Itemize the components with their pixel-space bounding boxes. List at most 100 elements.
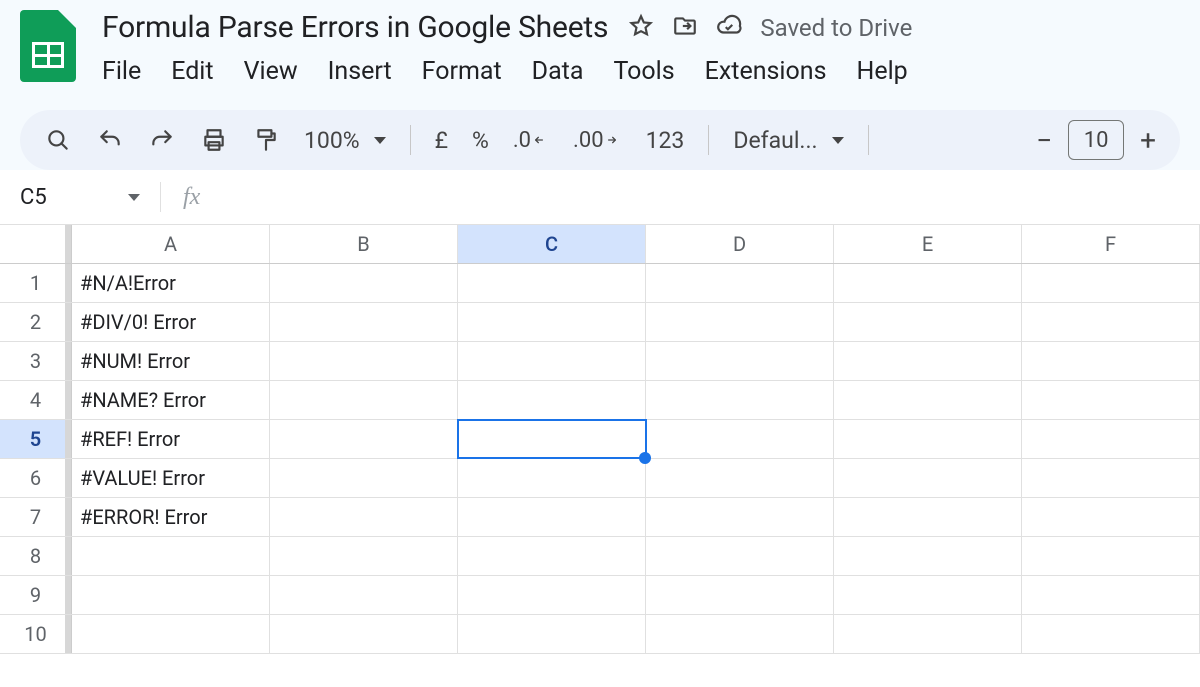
cell-B2[interactable] [270,303,458,341]
cell-D1[interactable] [646,264,834,302]
cell-E8[interactable] [834,537,1022,575]
menu-format[interactable]: Format [422,57,502,86]
row-header-9[interactable]: 9 [0,576,72,614]
decrease-decimal-button[interactable]: .0 [513,126,549,154]
cell-D5[interactable] [646,420,834,458]
font-dropdown[interactable]: Defaul... [733,127,843,154]
cell-C8[interactable] [458,537,646,575]
cell-A10[interactable] [72,615,270,653]
cell-D2[interactable] [646,303,834,341]
cell-F4[interactable] [1022,381,1200,419]
row-header-8[interactable]: 8 [0,537,72,575]
cell-D9[interactable] [646,576,834,614]
cell-B1[interactable] [270,264,458,302]
cell-C2[interactable] [458,303,646,341]
cell-F2[interactable] [1022,303,1200,341]
cell-D10[interactable] [646,615,834,653]
cell-C9[interactable] [458,576,646,614]
cell-F1[interactable] [1022,264,1200,302]
name-box[interactable]: C5 [20,185,160,210]
cell-E5[interactable] [834,420,1022,458]
column-header-A[interactable]: A [72,225,270,263]
cell-B4[interactable] [270,381,458,419]
cell-B10[interactable] [270,615,458,653]
row-header-5[interactable]: 5 [0,420,72,458]
search-icon[interactable] [44,126,72,154]
cell-D6[interactable] [646,459,834,497]
cell-A9[interactable] [72,576,270,614]
paint-format-icon[interactable] [252,126,280,154]
menu-file[interactable]: File [102,57,141,86]
column-header-D[interactable]: D [646,225,834,263]
decrease-font-button[interactable]: − [1036,124,1052,157]
cell-D8[interactable] [646,537,834,575]
spreadsheet-grid[interactable]: ABCDEF 1#N/A!Error2#DIV/0! Error3#NUM! E… [0,225,1200,654]
cell-D7[interactable] [646,498,834,536]
row-header-6[interactable]: 6 [0,459,72,497]
row-header-2[interactable]: 2 [0,303,72,341]
cell-A6[interactable]: #VALUE! Error [72,459,270,497]
row-header-10[interactable]: 10 [0,615,72,653]
row-header-3[interactable]: 3 [0,342,72,380]
currency-button[interactable]: £ [435,127,448,154]
cell-A3[interactable]: #NUM! Error [72,342,270,380]
menu-view[interactable]: View [244,57,298,86]
menu-help[interactable]: Help [856,57,907,86]
cell-C6[interactable] [458,459,646,497]
row-header-4[interactable]: 4 [0,381,72,419]
cell-F5[interactable] [1022,420,1200,458]
cell-A7[interactable]: #ERROR! Error [72,498,270,536]
cell-B6[interactable] [270,459,458,497]
cell-E3[interactable] [834,342,1022,380]
cell-F7[interactable] [1022,498,1200,536]
cell-C7[interactable] [458,498,646,536]
cell-A2[interactable]: #DIV/0! Error [72,303,270,341]
font-size-input[interactable]: 10 [1068,120,1124,160]
increase-font-button[interactable]: + [1140,124,1156,157]
cell-E2[interactable] [834,303,1022,341]
menu-edit[interactable]: Edit [171,57,213,86]
cell-C5[interactable] [458,420,646,458]
cell-A5[interactable]: #REF! Error [72,420,270,458]
cell-C10[interactable] [458,615,646,653]
menu-tools[interactable]: Tools [613,57,674,86]
cell-C4[interactable] [458,381,646,419]
cell-E9[interactable] [834,576,1022,614]
cell-F8[interactable] [1022,537,1200,575]
document-title[interactable]: Formula Parse Errors in Google Sheets [102,10,608,45]
column-header-F[interactable]: F [1022,225,1200,263]
percent-button[interactable]: % [472,127,489,154]
undo-icon[interactable] [96,126,124,154]
column-header-E[interactable]: E [834,225,1022,263]
increase-decimal-button[interactable]: .00 [573,126,622,154]
cell-F9[interactable] [1022,576,1200,614]
select-all-corner[interactable] [0,225,72,263]
cell-B9[interactable] [270,576,458,614]
column-header-B[interactable]: B [270,225,458,263]
cell-F3[interactable] [1022,342,1200,380]
cell-B3[interactable] [270,342,458,380]
star-icon[interactable] [628,13,654,43]
redo-icon[interactable] [148,126,176,154]
cell-B5[interactable] [270,420,458,458]
cell-D3[interactable] [646,342,834,380]
cell-A4[interactable]: #NAME? Error [72,381,270,419]
format-auto-button[interactable]: 123 [646,127,685,154]
cell-F6[interactable] [1022,459,1200,497]
cell-C1[interactable] [458,264,646,302]
cell-A8[interactable] [72,537,270,575]
cell-E10[interactable] [834,615,1022,653]
cell-B8[interactable] [270,537,458,575]
row-header-1[interactable]: 1 [0,264,72,302]
menu-data[interactable]: Data [532,57,584,86]
cell-F10[interactable] [1022,615,1200,653]
column-header-C[interactable]: C [458,225,646,263]
row-header-7[interactable]: 7 [0,498,72,536]
cell-D4[interactable] [646,381,834,419]
cell-E1[interactable] [834,264,1022,302]
menu-extensions[interactable]: Extensions [705,57,827,86]
cell-E4[interactable] [834,381,1022,419]
cell-C3[interactable] [458,342,646,380]
cell-A1[interactable]: #N/A!Error [72,264,270,302]
print-icon[interactable] [200,126,228,154]
